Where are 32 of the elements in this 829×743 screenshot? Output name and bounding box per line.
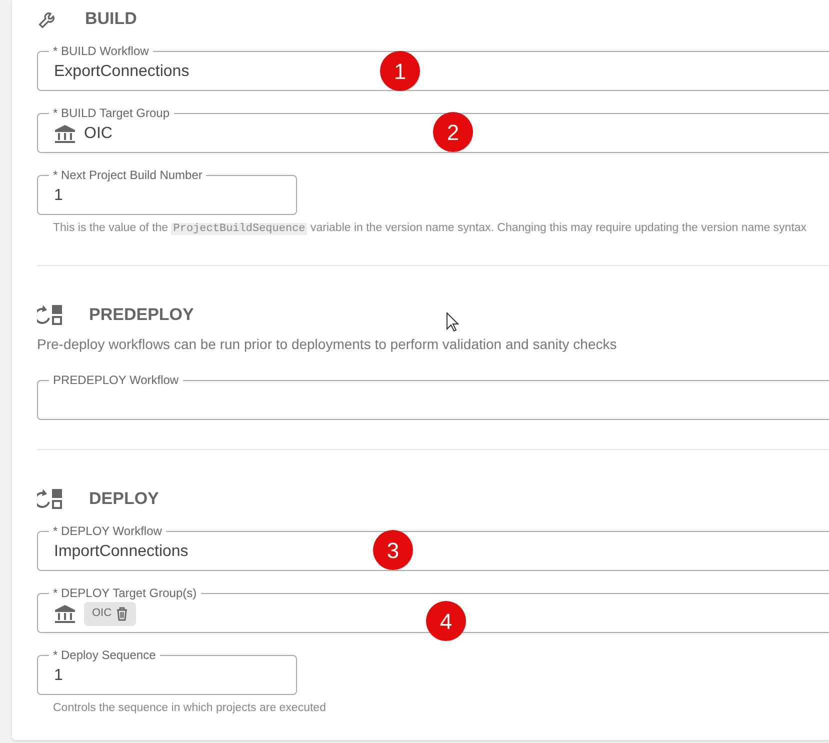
input-field[interactable]: * Next Project Build Number 1: [37, 167, 297, 215]
field-value: ExportConnections: [54, 62, 190, 82]
section-title: DEPLOY: [89, 488, 159, 510]
callout-badge: 1: [380, 51, 420, 91]
bank-icon: [54, 124, 76, 144]
helper-text: This is the value of the ProjectBuildSequence variable in the version name syntax. Changing this may require updating the version name syntax: [52, 221, 808, 236]
section-title: BUILD: [85, 8, 137, 30]
callout-badge: 4: [426, 601, 466, 641]
field-label: * Deploy Sequence: [52, 647, 157, 663]
callout-badge: 2: [433, 112, 473, 152]
refresh-layout-icon: [37, 488, 63, 510]
field-label: * BUILD Target Group: [52, 105, 171, 121]
field-value: OIC: [84, 124, 112, 144]
helper-text: Controls the sequence in which projects are executed: [52, 701, 327, 715]
group-chip[interactable]: OIC: [84, 602, 136, 626]
field-label: * Next Project Build Number: [52, 167, 204, 183]
field-label: PREDEPLOY Workflow: [52, 372, 180, 388]
field-label: * DEPLOY Workflow: [52, 523, 163, 539]
refresh-layout-icon: [37, 304, 63, 326]
input-field[interactable]: * Deploy Sequence 1: [37, 647, 297, 695]
field-label: * BUILD Workflow: [52, 43, 150, 59]
section-title: PREDEPLOY: [89, 304, 194, 326]
cursor-icon: [446, 312, 459, 332]
section-description: Pre-deploy workflows can be run prior to deployments to perform validation and sanity checks: [37, 335, 617, 354]
field-value: 1: [54, 186, 63, 206]
bank-icon: [54, 604, 76, 624]
field-label: * DEPLOY Target Group(s): [52, 585, 198, 601]
field-value: 1: [54, 666, 63, 686]
trash-icon[interactable]: [116, 606, 128, 620]
field-value: ImportConnections: [54, 542, 188, 562]
callout-badge: 3: [373, 530, 413, 570]
input-field[interactable]: PREDEPLOY Workflow: [37, 372, 829, 420]
